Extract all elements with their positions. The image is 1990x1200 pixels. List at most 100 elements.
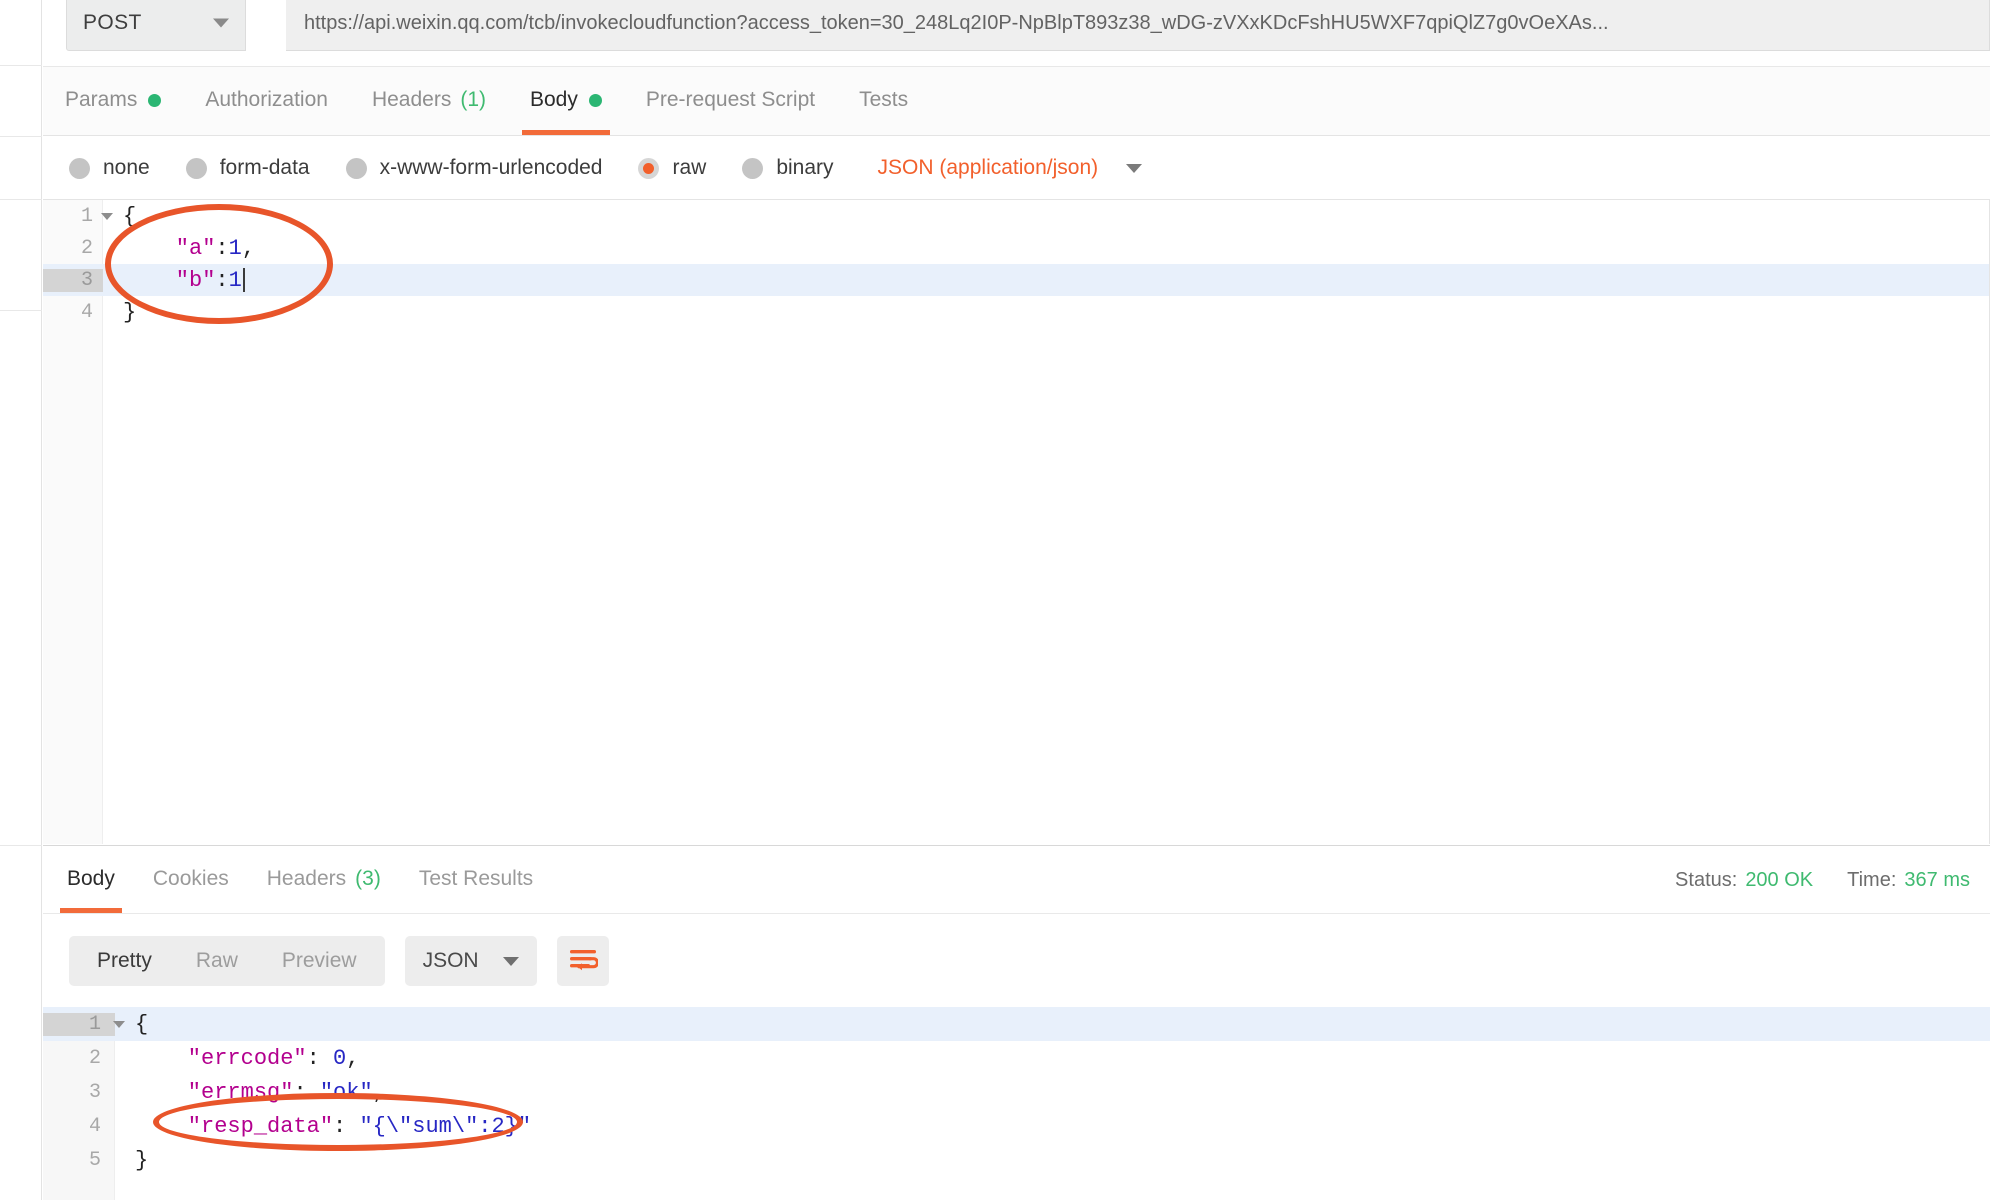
word-wrap-icon (569, 950, 598, 971)
tab-params[interactable]: Params (43, 65, 183, 135)
response-tab-headers-label: Headers (266, 867, 347, 890)
tab-body[interactable]: Body (508, 65, 624, 135)
radio-icon (345, 157, 367, 179)
body-type-urlencoded-label: x-www-form-urlencoded (379, 156, 603, 179)
view-mode-pretty[interactable]: Pretty (75, 936, 174, 986)
tab-body-label: Body (530, 88, 578, 111)
body-type-radio-group: none form-data x-www-form-urlencoded raw… (43, 137, 1990, 199)
params-dot-icon (148, 93, 162, 107)
http-method-label: POST (83, 11, 142, 34)
response-tab-body-label: Body (67, 867, 115, 890)
word-wrap-button[interactable] (556, 936, 609, 986)
response-tab-cookies[interactable]: Cookies (134, 845, 248, 913)
response-meta: Status: 200 OK Time: 367 ms (1641, 846, 1970, 914)
status-label: Status: (1675, 868, 1738, 891)
radio-icon (742, 157, 764, 179)
response-tab-test-results-label: Test Results (418, 867, 534, 890)
tab-headers-label: Headers (371, 88, 452, 111)
line-number: 4 (80, 300, 93, 324)
time-label: Time: (1847, 868, 1897, 891)
line-content: "errmsg": "ok", (135, 1079, 386, 1105)
status-badge: Status: 200 OK (1675, 869, 1813, 892)
line-number: 5 (88, 1148, 101, 1172)
body-dot-icon (588, 93, 602, 107)
line-content: "a":1, (123, 235, 256, 261)
tab-headers[interactable]: Headers (1) (350, 65, 508, 135)
tab-headers-count: (1) (460, 88, 486, 111)
radio-icon (185, 157, 207, 179)
response-tab-body[interactable]: Body (48, 845, 134, 913)
body-type-raw-label: raw (672, 156, 707, 179)
response-section: Body Cookies Headers (3) Test Results St… (43, 845, 1990, 1200)
fold-arrow-icon[interactable] (101, 212, 113, 220)
request-tabs: Params Authorization Headers (1) Body Pr… (43, 66, 1990, 136)
view-mode-pretty-label: Pretty (97, 949, 152, 972)
code-line[interactable]: 3 "errmsg": "ok", (43, 1075, 1990, 1109)
line-content: "resp_data": "{\"sum\":2}" (135, 1113, 532, 1139)
response-tabs: Body Cookies Headers (3) Test Results St… (43, 846, 1990, 914)
body-type-none[interactable]: none (69, 156, 150, 180)
http-method-selector[interactable]: POST (66, 0, 246, 51)
status-value: 200 OK (1745, 868, 1814, 891)
code-line[interactable]: 4 "resp_data": "{\"sum\":2}" (43, 1109, 1990, 1143)
line-number: 2 (80, 236, 93, 260)
view-mode-preview[interactable]: Preview (260, 936, 379, 986)
body-type-binary[interactable]: binary (742, 156, 834, 180)
line-number: 1 (80, 204, 93, 228)
line-content: } (135, 1147, 149, 1173)
line-number: 1 (43, 1012, 115, 1036)
view-mode-raw[interactable]: Raw (174, 936, 260, 986)
fold-arrow-icon[interactable] (113, 1020, 125, 1028)
tab-authorization-label: Authorization (205, 88, 328, 111)
postman-window: POST https://api.weixin.qq.com/tcb/invok… (0, 0, 1990, 1200)
content-type-label: JSON (application/json) (877, 156, 1099, 179)
response-format-selector[interactable]: JSON (404, 936, 537, 986)
response-tab-test-results[interactable]: Test Results (400, 845, 552, 913)
line-content: "errcode": 0, (135, 1045, 360, 1071)
code-line[interactable]: 1 { (43, 1007, 1990, 1041)
radio-icon (69, 157, 90, 179)
url-bar: POST https://api.weixin.qq.com/tcb/invok… (43, 0, 1990, 58)
content-type-selector[interactable]: JSON (application/json) (878, 156, 1142, 180)
body-type-none-label: none (103, 156, 150, 179)
line-content: "b":1 (103, 268, 245, 293)
response-tab-headers[interactable]: Headers (3) (248, 845, 400, 913)
body-type-binary-label: binary (776, 156, 834, 179)
request-url-text: https://api.weixin.qq.com/tcb/invokeclou… (304, 11, 1609, 34)
chevron-down-icon (213, 18, 229, 28)
body-type-form-data[interactable]: form-data (185, 156, 310, 180)
time-value: 367 ms (1904, 868, 1970, 891)
line-number: 4 (88, 1114, 101, 1138)
view-mode-preview-label: Preview (281, 949, 357, 972)
line-content: } (123, 299, 137, 325)
code-line[interactable]: 4 } (43, 296, 1989, 328)
response-format-label: JSON (422, 949, 479, 972)
tab-pre-request-script-label: Pre-request Script (645, 88, 816, 111)
response-view-mode-group: Pretty Raw Preview (69, 936, 385, 986)
response-tab-cookies-label: Cookies (152, 867, 229, 890)
text-cursor (242, 267, 245, 292)
view-mode-raw-label: Raw (195, 949, 238, 972)
request-body-editor[interactable]: 1 { 2 "a":1, 3 "b":1 4 } (43, 199, 1990, 844)
body-type-raw[interactable]: raw (638, 156, 706, 180)
tab-tests[interactable]: Tests (837, 65, 930, 135)
code-line[interactable]: 2 "a":1, (43, 232, 1989, 264)
line-number: 3 (43, 268, 103, 292)
chevron-down-icon (502, 956, 519, 966)
code-line[interactable]: 3 "b":1 (43, 264, 1989, 296)
response-body-viewer[interactable]: 1 { 2 "errcode": 0, 3 "errmsg": "ok", 4 … (43, 1007, 1990, 1200)
request-url-input[interactable]: https://api.weixin.qq.com/tcb/invokeclou… (286, 0, 1990, 51)
response-toolbar: Pretty Raw Preview JSON (43, 915, 1990, 1007)
body-type-form-data-label: form-data (219, 156, 310, 179)
radio-icon-selected (638, 157, 660, 179)
line-number: 3 (88, 1080, 101, 1104)
response-tab-headers-count: (3) (355, 867, 381, 890)
tab-params-label: Params (65, 88, 138, 111)
tab-authorization[interactable]: Authorization (183, 65, 350, 135)
tab-pre-request-script[interactable]: Pre-request Script (624, 65, 837, 135)
code-line[interactable]: 1 { (43, 200, 1989, 232)
body-type-urlencoded[interactable]: x-www-form-urlencoded (345, 156, 603, 180)
time-badge: Time: 367 ms (1847, 869, 1970, 892)
code-line[interactable]: 2 "errcode": 0, (43, 1041, 1990, 1075)
code-line[interactable]: 5 } (43, 1143, 1990, 1177)
